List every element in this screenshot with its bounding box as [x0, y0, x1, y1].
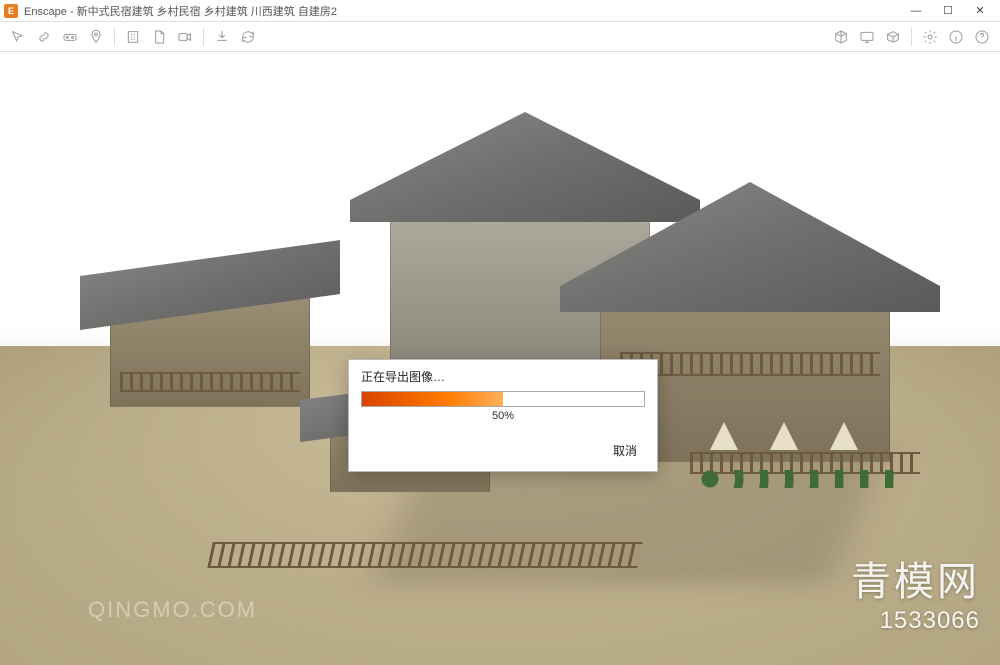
progress-fill [362, 392, 503, 406]
pointer-icon[interactable] [6, 25, 30, 49]
toolbar-separator [203, 28, 204, 46]
sync-icon[interactable] [236, 25, 260, 49]
close-button[interactable]: ✕ [964, 0, 996, 22]
toolbar [0, 22, 1000, 52]
minimize-button[interactable]: — [900, 0, 932, 22]
window-controls: — ☐ ✕ [900, 0, 996, 22]
link-icon[interactable] [32, 25, 56, 49]
marker-icon[interactable] [84, 25, 108, 49]
cube-icon[interactable] [829, 25, 853, 49]
info-icon[interactable] [944, 25, 968, 49]
titlebar: E Enscape - 新中式民宿建筑 乡村民宿 乡村建筑 川西建筑 自建房2 … [0, 0, 1000, 22]
building-icon[interactable] [121, 25, 145, 49]
export-progress-dialog: 正在导出图像… 50% 取消 [348, 359, 658, 472]
app-name-text: Enscape [24, 6, 67, 18]
help-icon[interactable] [970, 25, 994, 49]
window-title-suffix: 新中式民宿建筑 乡村民宿 乡村建筑 川西建筑 自建房2 [77, 6, 337, 18]
dialog-title: 正在导出图像… [349, 360, 657, 391]
video-icon[interactable] [173, 25, 197, 49]
cancel-button[interactable]: 取消 [607, 440, 643, 461]
progress-label: 50% [361, 407, 645, 430]
render-viewport[interactable]: QINGMO.COM QINGMO.COM 青模网 1533066 正在导出图像… [0, 52, 1000, 665]
toolbar-separator [911, 28, 912, 46]
gear-icon[interactable] [918, 25, 942, 49]
vr-icon[interactable] [58, 25, 82, 49]
monitor-icon[interactable] [855, 25, 879, 49]
progress-container: 50% [349, 391, 657, 436]
toolbar-separator [114, 28, 115, 46]
pdf-icon[interactable] [147, 25, 171, 49]
export-icon[interactable] [210, 25, 234, 49]
app-icon: E [4, 4, 18, 18]
progress-bar [361, 391, 645, 407]
box-icon[interactable] [881, 25, 905, 49]
maximize-button[interactable]: ☐ [932, 0, 964, 22]
window-title: Enscape - 新中式民宿建筑 乡村民宿 乡村建筑 川西建筑 自建房2 [24, 3, 900, 19]
